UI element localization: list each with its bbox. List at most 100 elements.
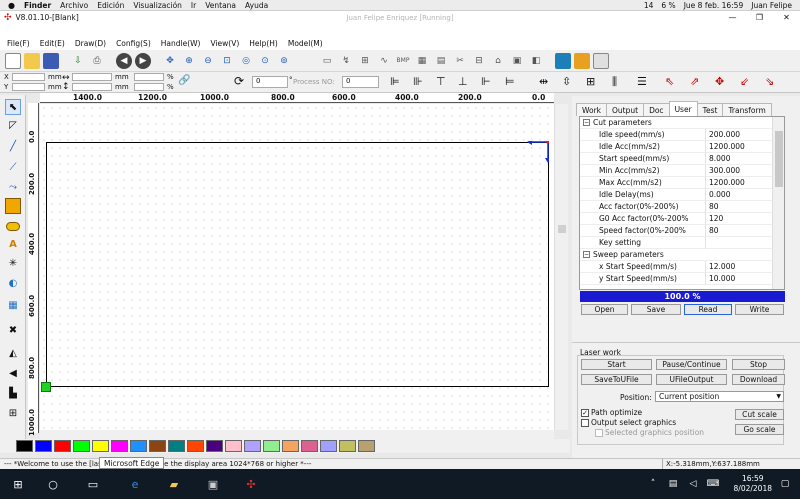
- align-left-icon[interactable]: ⊫: [390, 75, 400, 88]
- notification-count[interactable]: 14: [644, 1, 654, 10]
- bitmap-icon[interactable]: BMP: [395, 53, 411, 69]
- parameter-row[interactable]: Idle Delay(ms) 0.000: [580, 188, 784, 201]
- process-no-input[interactable]: 0: [342, 76, 379, 88]
- parameter-row[interactable]: G0 Acc factor(0%-200% 120: [580, 212, 784, 225]
- collapse-icon[interactable]: −: [583, 251, 590, 258]
- restore-icon[interactable]: ❐: [746, 11, 773, 24]
- export-icon[interactable]: ⎙: [89, 53, 105, 69]
- polyline-tool-icon[interactable]: ⟋: [5, 159, 21, 175]
- mac-menu-ir[interactable]: Ir: [191, 1, 196, 10]
- color-swatch[interactable]: [187, 440, 204, 452]
- tab-user[interactable]: User: [668, 101, 698, 116]
- selected-graphics-checkbox[interactable]: Selected graphics position: [595, 428, 704, 437]
- parameter-value[interactable]: [705, 236, 709, 249]
- color-swatch[interactable]: [168, 440, 185, 452]
- mac-menu-ventana[interactable]: Ventana: [205, 1, 236, 10]
- rotate-icon[interactable]: ⟳: [234, 74, 244, 88]
- move-bottomleft-icon[interactable]: ⇙: [740, 75, 749, 88]
- node-tool-icon[interactable]: ◸: [5, 117, 21, 133]
- color-swatch[interactable]: [244, 440, 261, 452]
- zoom-select-icon[interactable]: ⊚: [276, 53, 292, 69]
- close-path-icon[interactable]: ⌂: [490, 53, 506, 69]
- mac-menu-archivo[interactable]: Archivo: [60, 1, 88, 10]
- parameter-value[interactable]: 80: [705, 224, 719, 237]
- parameter-scroll-thumb[interactable]: [775, 131, 783, 187]
- store-icon[interactable]: ▣: [204, 475, 222, 493]
- rectangle-icon[interactable]: ▭: [319, 53, 335, 69]
- canvas-vertical-scrollbar[interactable]: [554, 104, 568, 430]
- redo-icon[interactable]: ▶: [135, 52, 151, 69]
- parameter-value[interactable]: 1200.000: [705, 140, 745, 153]
- parameter-value[interactable]: 8.000: [705, 152, 730, 165]
- parameter-row[interactable]: Acc factor(0%-200%) 80: [580, 200, 784, 213]
- ufile-output-button[interactable]: UFileOutput: [656, 374, 727, 385]
- parameter-value[interactable]: 80: [705, 200, 719, 213]
- tab-transform[interactable]: Transform: [722, 103, 772, 116]
- menu-draw[interactable]: Draw(D): [75, 39, 106, 48]
- tab-doc[interactable]: Doc: [643, 103, 670, 116]
- close-icon[interactable]: ✕: [773, 11, 800, 24]
- pan-icon[interactable]: ✥: [162, 53, 178, 69]
- import-icon[interactable]: ⇩: [70, 53, 86, 69]
- task-view-icon[interactable]: ▭: [84, 475, 102, 493]
- parameter-value[interactable]: 10.000: [705, 272, 735, 285]
- curve-smooth-icon[interactable]: ∿: [376, 53, 392, 69]
- width-input[interactable]: [72, 73, 112, 81]
- write-button[interactable]: Write: [735, 304, 784, 315]
- text-tool-icon[interactable]: A: [5, 236, 21, 252]
- parameter-row[interactable]: Speed factor(0%-200% 80: [580, 224, 784, 237]
- color-swatch[interactable]: [35, 440, 52, 452]
- delete-tool-icon[interactable]: ✖: [5, 322, 21, 338]
- undo-icon[interactable]: ◀: [116, 52, 132, 69]
- canvas-horizontal-scrollbar[interactable]: [40, 430, 554, 439]
- select-color-icon[interactable]: [574, 52, 590, 69]
- tab-work[interactable]: Work: [576, 103, 607, 116]
- menu-handle[interactable]: Handle(W): [161, 39, 201, 48]
- monitor-icon[interactable]: [555, 52, 571, 69]
- move-topright-icon[interactable]: ⇗: [690, 75, 699, 88]
- parameter-value[interactable]: 120: [705, 212, 723, 225]
- edge-icon[interactable]: e: [126, 475, 144, 493]
- battery-percent[interactable]: 6 %: [661, 1, 675, 10]
- notifications-icon[interactable]: ▢: [776, 475, 794, 493]
- move-bottomright-icon[interactable]: ⇘: [765, 75, 774, 88]
- zoom-in-icon[interactable]: ⊕: [181, 53, 197, 69]
- color-swatch[interactable]: [263, 440, 280, 452]
- same-width-icon[interactable]: ⇹: [539, 75, 548, 88]
- select-tool-icon[interactable]: ⬉: [5, 99, 21, 115]
- mac-clock[interactable]: Jue 8 feb. 16:59: [684, 1, 744, 10]
- offset-icon[interactable]: ⊟: [471, 53, 487, 69]
- parameter-scrollbar[interactable]: [772, 117, 784, 289]
- merge-icon[interactable]: ▣: [509, 53, 525, 69]
- color-swatch[interactable]: [149, 440, 166, 452]
- parameter-row[interactable]: Key setting: [580, 236, 784, 249]
- parameter-group[interactable]: − Sweep parameters: [580, 249, 784, 261]
- parameter-value[interactable]: 0.000: [705, 188, 730, 201]
- align-hcenter-icon[interactable]: ⊩: [481, 75, 491, 88]
- parameter-row[interactable]: x Start Speed(mm/s) 12.000: [580, 260, 784, 273]
- fill-icon[interactable]: ▦: [414, 53, 430, 69]
- output-select-checkbox[interactable]: Output select graphics: [581, 418, 676, 427]
- color-swatch[interactable]: [282, 440, 299, 452]
- rotate-input[interactable]: 0: [252, 76, 288, 88]
- sim-grid-icon[interactable]: [593, 52, 609, 69]
- laser-app-icon[interactable]: ✣: [242, 475, 260, 493]
- parameter-value[interactable]: 300.000: [705, 164, 740, 177]
- menu-config[interactable]: Config(S): [116, 39, 151, 48]
- open-folder-icon[interactable]: [24, 52, 40, 69]
- color-swatch[interactable]: [130, 440, 147, 452]
- move-center-icon[interactable]: ✥: [715, 75, 724, 88]
- grid-icon[interactable]: ▤: [433, 53, 449, 69]
- parameter-value[interactable]: 12.000: [705, 260, 735, 273]
- grid-tool-icon[interactable]: ⊞: [5, 405, 21, 421]
- pause-continue-button[interactable]: Pause/Continue: [656, 359, 727, 370]
- layer-tool-icon[interactable]: ◐: [5, 275, 21, 291]
- menu-model[interactable]: Model(M): [288, 39, 323, 48]
- laser-head-marker[interactable]: [41, 382, 51, 392]
- minimize-icon[interactable]: —: [719, 11, 746, 24]
- array-icon[interactable]: ⊞: [357, 53, 373, 69]
- zoom-fit-icon[interactable]: ⊙: [257, 53, 273, 69]
- node-edit-icon[interactable]: ↯: [338, 53, 354, 69]
- align-vcenter-icon[interactable]: ⊨: [505, 75, 515, 88]
- parameter-tree[interactable]: − Cut parameters Idle speed(mm/s) 200.000 Id…: [579, 116, 785, 290]
